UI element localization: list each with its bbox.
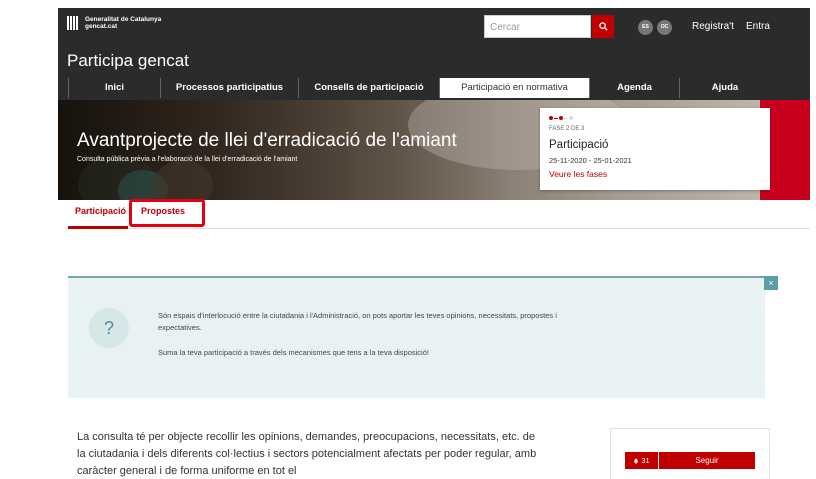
nav-item-normativa[interactable]: Participació en normativa	[439, 78, 589, 98]
info-callout	[68, 276, 765, 398]
question-icon: ?	[89, 308, 129, 348]
close-icon[interactable]: ×	[764, 276, 778, 290]
tab-participacio[interactable]: Participació	[75, 206, 126, 216]
logo-line-2: gencat.cat	[85, 23, 118, 30]
nav-item-agenda[interactable]: Agenda	[589, 78, 679, 98]
gencat-emblem-icon	[67, 16, 81, 30]
logo-line-1: Generalitat de Catalunya	[85, 16, 162, 23]
follow-button[interactable]: Seguir	[659, 452, 755, 469]
login-link[interactable]: Entra	[746, 21, 770, 32]
follower-count: 31	[625, 452, 658, 469]
intro-paragraph: La consulta té per objecte recollir les …	[77, 431, 537, 477]
highlight-annotation	[129, 199, 205, 227]
search-button[interactable]	[592, 15, 614, 38]
bell-icon	[634, 458, 639, 464]
phase-name: Participació	[549, 139, 609, 151]
nav-item-inici[interactable]: Inici	[68, 78, 160, 98]
gencat-logo[interactable]: Generalitat de Catalunya gencat.cat	[67, 16, 161, 30]
language-es-button[interactable]: ES	[638, 20, 653, 35]
tabs-divider	[68, 228, 810, 229]
nav-item-processos[interactable]: Processos participatius	[160, 78, 298, 98]
search-input[interactable]: Cercar	[484, 15, 591, 38]
callout-line-2: expectatives.	[158, 323, 202, 332]
phase-step: FASE 2 DE 3	[549, 126, 585, 132]
main-nav: Inici Processos participatius Consells d…	[68, 78, 770, 98]
nav-item-ajuda[interactable]: Ajuda	[679, 78, 770, 98]
site-title[interactable]: Participa gencat	[67, 51, 189, 71]
callout-line-3: Suma la teva participació a través dels …	[158, 348, 429, 357]
follower-count-value: 31	[641, 456, 650, 465]
view-phases-link[interactable]: Veure les fases	[549, 169, 607, 179]
active-tab-indicator	[68, 226, 128, 229]
phase-dates: 25-11-2020 - 25-01-2021	[549, 156, 632, 165]
register-link[interactable]: Registra't	[692, 21, 734, 32]
nav-item-consells[interactable]: Consells de participació	[298, 78, 439, 98]
callout-line-1: Són espais d'interlocució entre la ciuta…	[158, 311, 557, 320]
search-icon	[598, 21, 608, 31]
phase-progress-icon	[549, 116, 573, 120]
language-oc-button[interactable]: OC	[657, 20, 672, 35]
phase-card: FASE 2 DE 3 Participació 25-11-2020 - 25…	[540, 108, 770, 190]
page-subtitle: Consulta pública prèvia a l'elaboració d…	[77, 156, 298, 163]
page-title: Avantprojecte de llei d'erradicació de l…	[77, 130, 457, 151]
